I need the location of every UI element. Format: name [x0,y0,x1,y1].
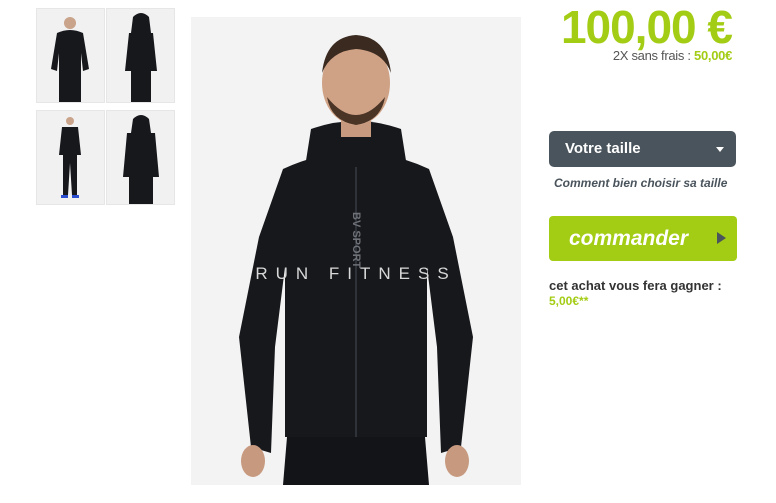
product-price: 100,00 € [560,1,733,53]
size-select-dropdown[interactable]: Votre taille [549,131,736,167]
thumbnail-back[interactable] [106,110,175,205]
reward-label: cet achat vous fera gagner : [549,278,722,293]
size-guide-link[interactable]: Comment bien choisir sa taille [554,176,727,190]
play-arrow-icon [717,232,726,244]
main-product-image: BV SPORT RUN FITNESS [191,17,521,485]
thumbnail-full-body[interactable] [36,110,105,205]
order-button[interactable]: commander [549,216,737,261]
installments-label: 2X sans frais : [612,48,691,63]
thumbnail-hood[interactable] [106,8,175,103]
installments-info: 2X sans frais : 50,00€ [520,48,732,63]
model-photo: BV SPORT [191,17,521,485]
chest-logo-text: BV SPORT [350,212,362,269]
installments-amount: 50,00€ [694,48,732,63]
photo-watermark: RUN FITNESS [255,264,457,283]
thumbnail-front-image [37,9,104,102]
reward-value: 5,00€** [549,294,589,308]
thumbnail-back-image [107,111,174,204]
thumbnail-front[interactable] [36,8,105,103]
chevron-down-icon [716,147,724,152]
thumbnail-full-body-image [37,111,104,204]
thumbnail-hood-image [107,9,174,102]
order-button-label: commander [569,227,689,250]
size-select-label: Votre taille [565,140,641,157]
